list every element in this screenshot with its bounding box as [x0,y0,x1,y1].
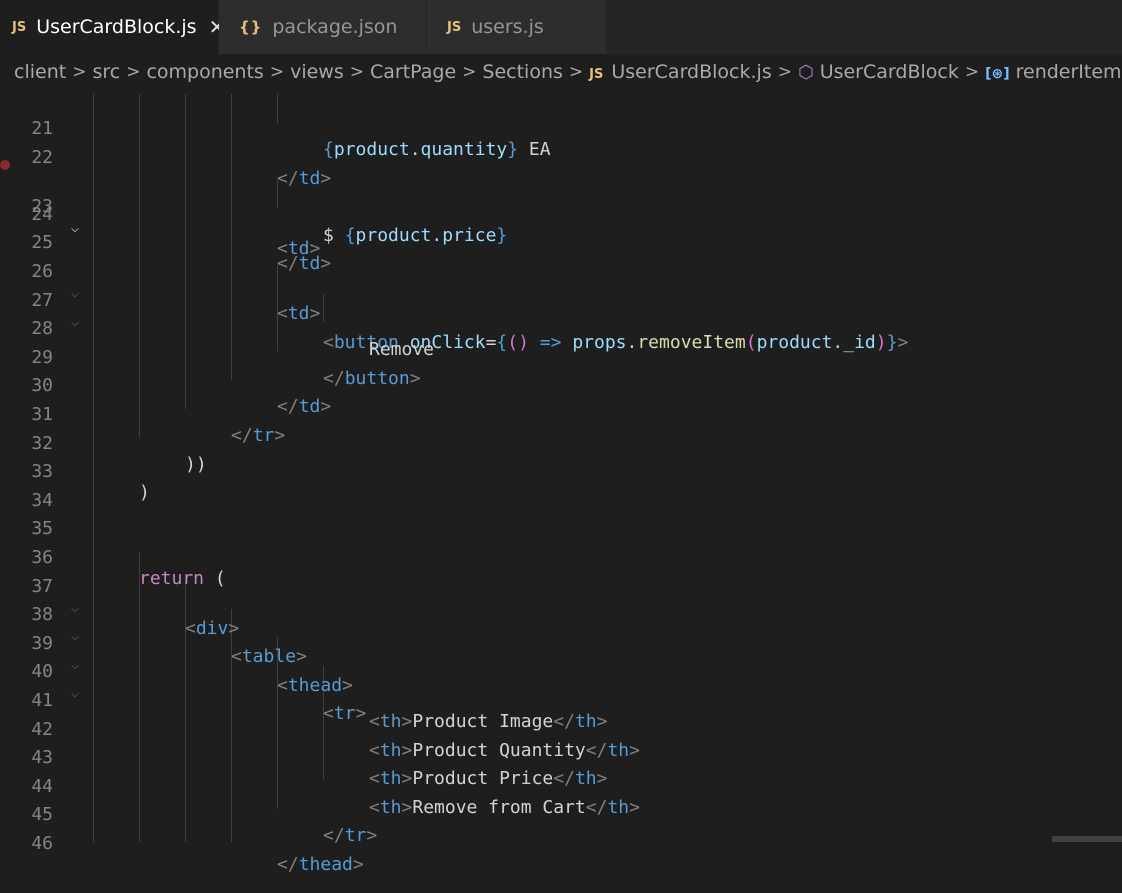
code-line: 22 </td> [0,123,1122,189]
breadcrumb-file-label: UserCardBlock.js [611,61,772,83]
code-editor[interactable]: 21 {product.quantity} EA 22 </td> 23 ⌵ <… [0,94,1122,875]
code-line: 36 return ( [0,523,1122,589]
code-line: 40 ⌵ <tr> [0,637,1122,724]
code-line: 41 <th>Product Image</th> [0,666,1122,732]
breadcrumb-symbol-label: UserCardBlock [819,61,959,83]
code-line: 26 ⌵ <td> [0,237,1122,324]
chevron-right-icon: > [568,62,584,82]
code-line: 37 ⌵ <div> [0,552,1122,639]
code-line: 21 {product.quantity} EA [0,94,1122,160]
code-line: 35 [0,494,1122,539]
breadcrumb: client > src > components > views > Cart… [0,54,1122,90]
breadcrumb-symbol-label: renderItems [1015,61,1122,83]
code-line: 27 ⌵ <button onClick={() => props.remove… [0,266,1122,353]
chevron-right-icon: > [462,62,477,82]
chevron-right-icon: > [269,62,285,82]
chevron-right-icon: > [72,62,87,82]
code-line: 33 ) [0,437,1122,503]
breadcrumb-item-views[interactable]: views [290,61,344,83]
code-line: 23 ⌵ <td> [0,151,1122,259]
code-line: 38 ⌵ <table> [0,580,1122,667]
tab-bar: JS UserCardBlock.js ✕ {} package.json JS… [0,0,1122,54]
breakpoint-icon[interactable] [0,160,10,171]
code-line: 32 )) [0,409,1122,475]
code-line: 30 </td> [0,351,1122,417]
chevron-right-icon: > [777,62,792,82]
tab-label: UserCardBlock.js [36,16,197,38]
tab-usercardblock[interactable]: JS UserCardBlock.js ✕ [0,0,225,54]
code-line: 28 Remove [0,294,1122,360]
code-line: 46 </thead> [0,809,1122,875]
code-text: </thead> [277,854,364,875]
code-line: 43 <th>Product Price</th> [0,723,1122,789]
tab-package-json[interactable]: {} package.json [219,0,427,54]
horizontal-scrollbar[interactable] [1052,836,1122,842]
code-line: 45 </tr> [0,780,1122,846]
code-line: 31 </tr> [0,380,1122,446]
js-file-icon: JS [447,19,462,35]
code-line: 24 $ {product.price} [0,180,1122,246]
breadcrumb-item-src[interactable]: src [92,61,120,83]
variable-icon: [⊛] [985,66,1010,82]
chevron-right-icon: > [964,62,980,82]
chevron-right-icon: > [349,62,364,82]
tab-label: users.js [471,16,544,38]
cube-icon: ⬡ [797,62,814,83]
breadcrumb-item-client[interactable]: client [14,61,66,83]
code-line: 29 </button> [0,323,1122,389]
tab-bar-empty [607,0,1122,54]
json-file-icon: {} [239,18,263,36]
breadcrumb-item-components[interactable]: components [146,61,263,83]
line-number: 46 [31,833,53,854]
breadcrumb-item-file[interactable]: JS UserCardBlock.js [589,61,772,83]
js-file-icon: JS [589,67,604,82]
code-line: 42 <th>Product Quantity</th> [0,695,1122,761]
tab-label: package.json [272,16,398,38]
tab-users-js[interactable]: JS users.js [427,0,607,54]
breadcrumb-item-component[interactable]: ⬡ UserCardBlock [798,61,959,83]
code-line: 44 <th>Remove from Cart</th> [0,752,1122,818]
breadcrumb-item-renderitems[interactable]: [⊛] renderItems [985,61,1122,83]
chevron-right-icon: > [126,62,141,82]
code-line: 39 ⌵ <thead> [0,609,1122,696]
js-file-icon: JS [12,19,27,35]
breadcrumb-item-sections[interactable]: Sections [482,61,563,83]
code-line: 34 [0,466,1122,511]
code-line: 25 </td> [0,208,1122,274]
breadcrumb-item-cartpage[interactable]: CartPage [370,61,456,83]
